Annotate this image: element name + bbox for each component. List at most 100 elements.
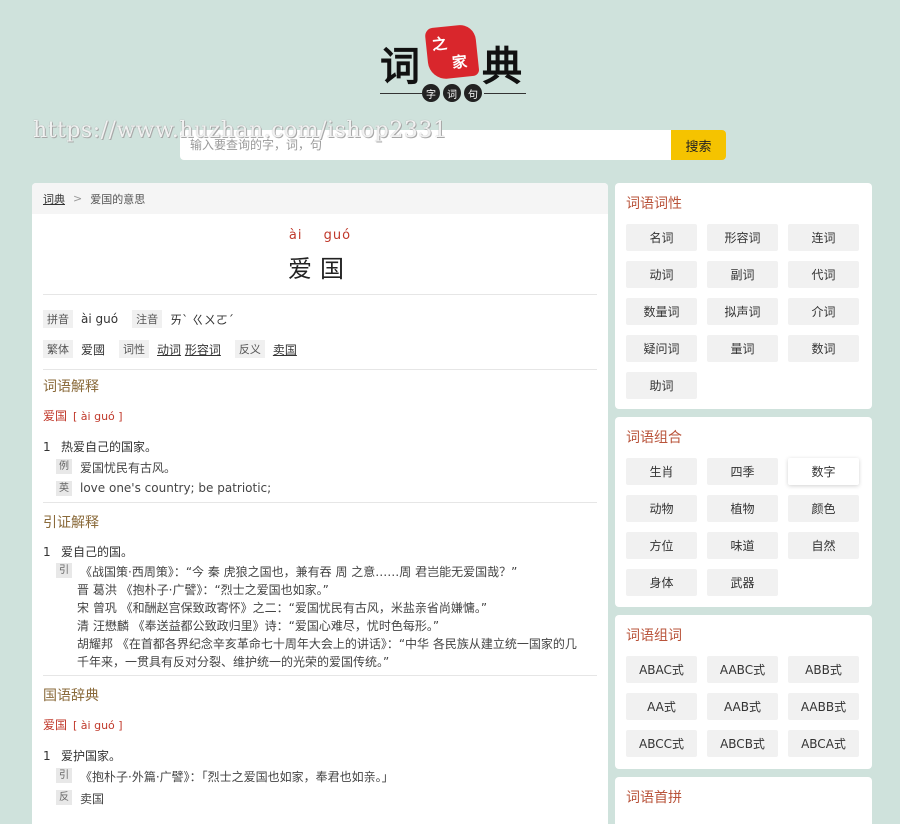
site-logo[interactable]: 词 之 家 典 字 词 句	[378, 22, 528, 104]
word-header: ài guó 爱国	[32, 214, 608, 294]
cixing-card: 词语词性 名词 形容词 连词 动词 副词 代词 数量词 拟声词 介词 疑问词 量…	[615, 183, 872, 409]
logo-char: 之	[431, 34, 449, 54]
zuhe-chip[interactable]: 颜色	[788, 495, 859, 522]
term-pinyin: [ ài guó ]	[73, 719, 123, 732]
logo-divider	[380, 93, 422, 94]
chevron-right-icon: >	[73, 192, 83, 205]
pinyin-syllable: ài	[288, 228, 303, 243]
definition-text: 爱护国家。	[61, 749, 122, 763]
antonym-line: 反 卖国	[32, 790, 608, 807]
cixing-title: 词语词性	[626, 196, 682, 212]
zuhe-chip[interactable]: 方位	[626, 532, 697, 559]
cixing-chip[interactable]: 疑问词	[626, 335, 697, 362]
logo-red-badge: 之 家	[424, 23, 480, 81]
zuhe-chip[interactable]: 植物	[707, 495, 778, 522]
english-line: 英 love one's country; be patriotic;	[32, 481, 608, 496]
logo-sub-char: 字	[422, 84, 440, 102]
definition: 1 爱护国家。	[32, 747, 608, 764]
term-word: 爱国	[43, 718, 68, 732]
zuci-chip[interactable]: AAB式	[707, 693, 778, 720]
zuci-card: 词语组词 ABAC式 AABC式 ABB式 AA式 AAB式 AABB式 ABC…	[615, 615, 872, 769]
quote-text: 清 汪懋麟 《奉送益都公致政归里》诗：“爱国心难尽，忧时色每形。”	[77, 619, 440, 633]
cixing-chip[interactable]: 量词	[707, 335, 778, 362]
zuci-chip[interactable]: ABAC式	[626, 656, 697, 683]
cixing-chip[interactable]: 拟声词	[707, 298, 778, 325]
zuhe-chip[interactable]: 动物	[626, 495, 697, 522]
cixing-chip[interactable]: 介词	[788, 298, 859, 325]
zuhe-chip[interactable]: 自然	[788, 532, 859, 559]
definition: 1 爱自己的国。	[32, 543, 608, 560]
logo-divider	[484, 93, 526, 94]
cixing-link[interactable]: 形容词	[185, 343, 221, 357]
antonym-text: 卖国	[80, 792, 105, 806]
search-input[interactable]	[180, 130, 671, 160]
section-title: 国语辞典	[43, 688, 99, 704]
word-pinyin: ài guó	[32, 228, 608, 243]
zuci-chip[interactable]: ABB式	[788, 656, 859, 683]
cixing-chip[interactable]: 连词	[788, 224, 859, 251]
definition: 1 热爱自己的国家。	[32, 438, 608, 455]
fanti-value: 爱國	[81, 342, 106, 357]
quote-text: 《抱朴子·外篇·广譬》：「烈士之爱国也如家，奉君也如亲。」	[80, 770, 394, 784]
zhuyin-label: 注音	[132, 310, 163, 328]
quote-text: 胡耀邦 《在首都各界纪念辛亥革命七十周年大会上的讲话》：“中华 各民族从建立统一…	[77, 637, 577, 651]
definition-text: 爱自己的国。	[61, 545, 134, 559]
definition-number: 1	[43, 749, 51, 763]
quote-text: 千年来，一贯具有反对分裂、维护统一的光荣的爱国传统。”	[77, 655, 390, 669]
quote-line: 引 《抱朴子·外篇·广譬》：「烈士之爱国也如家，奉君也如亲。」	[32, 768, 608, 785]
zuhe-chip[interactable]: 味道	[707, 532, 778, 559]
cixing-grid: 名词 形容词 连词 动词 副词 代词 数量词 拟声词 介词 疑问词 量词 数词 …	[626, 224, 861, 399]
zuhe-chip-active[interactable]: 数字	[788, 458, 859, 485]
quote-text: 宋 曾巩 《和酬赵宫保致政寄怀》之二：“爱国忧民有古风，米盐亲省尚嫌慵。”	[77, 601, 488, 615]
quote-text: 《战国策·西周策》：“今 秦 虎狼之国也，兼有吞 周 之意……周 君岂能无爱国哉…	[80, 565, 518, 579]
cixing-chip[interactable]: 数量词	[626, 298, 697, 325]
zuci-grid: ABAC式 AABC式 ABB式 AA式 AAB式 AABB式 ABCC式 AB…	[626, 656, 861, 757]
quote-line: 引 《战国策·西周策》：“今 秦 虎狼之国也，兼有吞 周 之意……周 君岂能无爱…	[32, 563, 608, 581]
logo-char: 家	[451, 52, 469, 72]
english-tag: 英	[56, 481, 72, 496]
definition-number: 1	[43, 440, 51, 454]
cixing-chip[interactable]: 动词	[626, 261, 697, 288]
zuhe-chip[interactable]: 武器	[707, 569, 778, 596]
cixing-label: 词性	[119, 340, 150, 358]
cixing-chip[interactable]: 数词	[788, 335, 859, 362]
logo-mark: 词 之 家 典	[378, 22, 528, 90]
cixing-chip[interactable]: 副词	[707, 261, 778, 288]
term-word: 爱国	[43, 409, 68, 423]
breadcrumb-current: 爱国的意思	[90, 192, 146, 206]
logo-subtitle: 字 词 句	[378, 84, 528, 102]
zuci-chip[interactable]: ABCC式	[626, 730, 697, 757]
fanti-label: 繁体	[43, 340, 73, 358]
term-heading: 爱国 [ ài guó ]	[32, 716, 608, 733]
cixing-chip[interactable]: 代词	[788, 261, 859, 288]
quote-text: 晋 葛洪 《抱朴子·广譬》：“烈士之爱国也如家。”	[77, 583, 329, 597]
section-title: 引证解释	[43, 515, 99, 531]
definition-number: 1	[43, 545, 51, 559]
zuhe-chip[interactable]: 生肖	[626, 458, 697, 485]
pinyin-syllable: guó	[323, 228, 352, 243]
search-bar: 搜索	[180, 130, 726, 160]
attributes-row: 繁体 爱國 词性 动词 形容词 反义 卖国	[32, 337, 608, 361]
pinyin-label: 拼音	[43, 310, 73, 328]
example-line: 例 爱国忧民有古风。	[32, 459, 608, 476]
zuhe-title: 词语组合	[626, 430, 682, 446]
cixing-link[interactable]: 动词	[157, 343, 181, 357]
term-heading: 爱国 [ ài guó ]	[32, 407, 608, 424]
logo-sub-char: 词	[443, 84, 461, 102]
cixing-chip[interactable]: 形容词	[707, 224, 778, 251]
cixing-chip[interactable]: 名词	[626, 224, 697, 251]
zuci-chip[interactable]: AABB式	[788, 693, 859, 720]
zuci-chip[interactable]: ABCB式	[707, 730, 778, 757]
search-button[interactable]: 搜索	[671, 130, 726, 160]
cixing-chip[interactable]: 助词	[626, 372, 697, 399]
antonym-link[interactable]: 卖国	[273, 343, 297, 357]
zuci-chip[interactable]: ABCA式	[788, 730, 859, 757]
zuhe-chip[interactable]: 四季	[707, 458, 778, 485]
zuhe-chip[interactable]: 身体	[626, 569, 697, 596]
quote-tag: 引	[56, 768, 72, 783]
breadcrumb-home-link[interactable]: 词典	[43, 191, 65, 207]
pronunciation-row: 拼音 ài guó 注音 ㄞˋ ㄍㄨㄛˊ	[32, 307, 608, 331]
zuci-chip[interactable]: AABC式	[707, 656, 778, 683]
zuci-chip[interactable]: AA式	[626, 693, 697, 720]
zhuyin-value: ㄞˋ ㄍㄨㄛˊ	[170, 312, 234, 327]
